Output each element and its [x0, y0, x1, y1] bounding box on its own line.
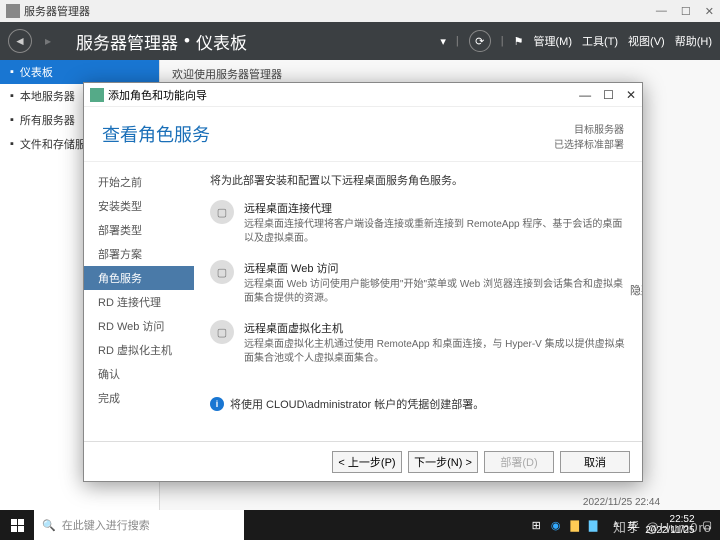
wizard-minimize-button[interactable]: —: [579, 88, 591, 102]
sidebar-item-icon: ▪: [10, 66, 14, 78]
menu-view[interactable]: 视图(V): [628, 33, 665, 49]
minimize-button[interactable]: —: [656, 5, 667, 18]
app-icon: [6, 4, 20, 18]
wizard-header: 查看角色服务 目标服务器 已选择标准部署: [84, 107, 642, 162]
role-item-1: ▢ 远程桌面 Web 访问远程桌面 Web 访问使用户能够使用"开始"菜单或 We…: [210, 260, 626, 306]
screenshot-timestamp: 2022/11/25 22:44: [583, 497, 660, 508]
breadcrumb-app: 服务器管理器: [76, 29, 178, 54]
role-item-0: ▢ 远程桌面连接代理远程桌面连接代理将客户端设备连接或重新连接到 RemoteAp…: [210, 200, 626, 246]
wizard-nav-item-8[interactable]: 确认: [84, 362, 194, 386]
start-button[interactable]: [0, 510, 34, 540]
search-placeholder: 在此键入进行搜索: [62, 517, 150, 533]
role-icon: ▢: [210, 320, 234, 344]
sidebar-item-icon: ▪: [10, 114, 14, 126]
wizard-nav: 开始之前安装类型部署类型部署方案角色服务RD 连接代理RD Web 访问RD 虚…: [84, 162, 194, 441]
sidebar-item-label: 文件和存储服: [20, 136, 86, 152]
explorer-icon[interactable]: ▇: [570, 519, 578, 532]
taskbar-search[interactable]: 🔍 在此键入进行搜索: [34, 510, 244, 540]
wizard-nav-item-9[interactable]: 完成: [84, 386, 194, 410]
breadcrumb-sep: •: [184, 31, 190, 51]
sidebar-item-icon: ▪: [10, 138, 14, 150]
sidebar-item-label: 所有服务器: [20, 112, 75, 128]
prev-button[interactable]: < 上一步(P): [332, 451, 402, 473]
next-button[interactable]: 下一步(N) >: [408, 451, 478, 473]
breadcrumb: 服务器管理器 • 仪表板: [76, 29, 247, 54]
wizard-nav-item-5[interactable]: RD 连接代理: [84, 290, 194, 314]
breadcrumb-page: 仪表板: [196, 29, 247, 54]
flag-icon[interactable]: ⚑: [514, 35, 524, 48]
wizard-intro: 将为此部署安装和配置以下远程桌面服务角色服务。: [210, 172, 626, 188]
window-title: 服务器管理器: [24, 3, 90, 19]
menu-help[interactable]: 帮助(H): [675, 33, 712, 49]
wizard-maximize-button[interactable]: ☐: [603, 88, 614, 102]
menu-manage[interactable]: 管理(M): [534, 33, 573, 49]
info-text: 将使用 CLOUD\administrator 帐户的凭据创建部署。: [230, 396, 484, 412]
role-desc: 远程桌面虚拟化主机通过使用 RemoteApp 和桌面连接，与 Hyper-V …: [244, 338, 626, 366]
wizard-content: 将为此部署安装和配置以下远程桌面服务角色服务。 ▢ 远程桌面连接代理远程桌面连接代…: [194, 162, 642, 441]
window-titlebar: 服务器管理器 — ☐ ✕: [0, 0, 720, 22]
target-server-label: 目标服务器: [554, 121, 624, 136]
role-title: 远程桌面连接代理: [244, 200, 626, 216]
hide-link[interactable]: 隐藏: [630, 282, 642, 298]
cancel-button[interactable]: 取消: [560, 451, 630, 473]
deploy-button: 部署(D): [484, 451, 554, 473]
wizard-nav-item-1[interactable]: 安装类型: [84, 194, 194, 218]
sidebar-item-icon: ▪: [10, 90, 14, 102]
wizard-nav-item-4[interactable]: 角色服务: [84, 266, 194, 290]
info-row: i 将使用 CLOUD\administrator 帐户的凭据创建部署。: [210, 396, 626, 412]
wizard-titlebar: 添加角色和功能向导 — ☐ ✕: [84, 83, 642, 107]
role-desc: 远程桌面连接代理将客户端设备连接或重新连接到 RemoteApp 程序、基于会话…: [244, 218, 626, 246]
dropdown-icon[interactable]: ▾: [440, 35, 446, 48]
wizard-dialog: 添加角色和功能向导 — ☐ ✕ 查看角色服务 目标服务器 已选择标准部署 开始之…: [83, 82, 643, 482]
wizard-nav-item-0[interactable]: 开始之前: [84, 170, 194, 194]
maximize-button[interactable]: ☐: [681, 5, 691, 18]
search-icon: 🔍: [42, 519, 56, 532]
server-manager-taskbar-icon[interactable]: ▇: [589, 519, 597, 532]
role-icon: ▢: [210, 260, 234, 284]
wizard-nav-item-6[interactable]: RD Web 访问: [84, 314, 194, 338]
menu-tools[interactable]: 工具(T): [582, 33, 618, 49]
close-button[interactable]: ✕: [705, 5, 714, 18]
edge-icon[interactable]: ◉: [551, 519, 561, 532]
role-title: 远程桌面 Web 访问: [244, 260, 626, 276]
target-server-value: 已选择标准部署: [554, 136, 624, 151]
wizard-nav-item-7[interactable]: RD 虚拟化主机: [84, 338, 194, 362]
role-icon: ▢: [210, 200, 234, 224]
wizard-nav-item-3[interactable]: 部署方案: [84, 242, 194, 266]
sidebar-item-0[interactable]: ▪ 仪表板: [0, 60, 159, 84]
sidebar-item-label: 本地服务器: [20, 88, 75, 104]
wizard-title: 添加角色和功能向导: [108, 87, 207, 103]
info-icon: i: [210, 397, 224, 411]
wizard-nav-item-2[interactable]: 部署类型: [84, 218, 194, 242]
wizard-close-button[interactable]: ✕: [626, 88, 636, 102]
wizard-footer: < 上一步(P) 下一步(N) > 部署(D) 取消: [84, 441, 642, 481]
app-header: ◄ ▸ 服务器管理器 • 仪表板 ▾ | ⟳ | ⚑ 管理(M) 工具(T) 视…: [0, 22, 720, 60]
wizard-heading: 查看角色服务: [102, 121, 210, 147]
wizard-icon: [90, 88, 104, 102]
role-item-2: ▢ 远程桌面虚拟化主机远程桌面虚拟化主机通过使用 RemoteApp 和桌面连接，…: [210, 320, 626, 366]
nav-back-button[interactable]: ◄: [8, 29, 32, 53]
nav-forward-button[interactable]: ▸: [36, 29, 60, 53]
task-view-icon[interactable]: ⊞: [532, 519, 541, 532]
welcome-text: 欢迎使用服务器管理器: [172, 66, 708, 82]
role-desc: 远程桌面 Web 访问使用户能够使用"开始"菜单或 Web 浏览器连接到会话集合…: [244, 278, 626, 306]
refresh-icon[interactable]: ⟳: [469, 30, 491, 52]
windows-logo-icon: [11, 519, 24, 532]
sidebar-item-label: 仪表板: [20, 64, 53, 80]
role-title: 远程桌面虚拟化主机: [244, 320, 626, 336]
watermark: 知乎 @Hum0ro: [613, 517, 712, 536]
